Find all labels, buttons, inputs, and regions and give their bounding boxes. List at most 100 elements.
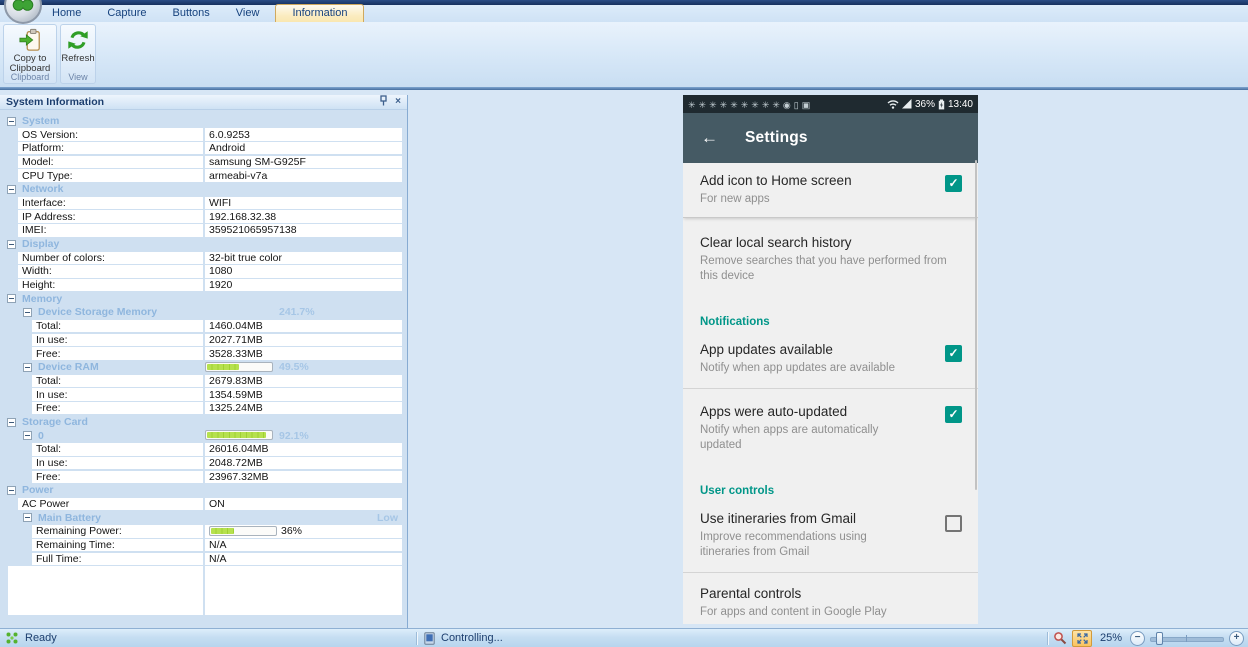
collapse-toggle-icon[interactable] xyxy=(7,239,16,249)
progress-bar-fill xyxy=(207,432,266,439)
collapse-toggle-icon[interactable] xyxy=(7,417,16,427)
pin-icon[interactable] xyxy=(379,95,388,109)
settings-item[interactable]: Use itineraries from Gmail Improve recomm… xyxy=(683,502,978,573)
tree-row: Interface: WIFI xyxy=(0,196,407,210)
zoom-out-button[interactable]: − xyxy=(1130,630,1145,646)
refresh-icon xyxy=(68,31,88,49)
tab-view[interactable]: View xyxy=(226,5,270,22)
tree-row-label: Total: xyxy=(32,443,203,456)
settings-item-title: Add icon to Home screen xyxy=(700,173,852,188)
tree-row-value: 2027.71MB xyxy=(205,333,402,347)
tree-row: Free: 23967.32MB xyxy=(0,470,407,484)
settings-item-subtitle: Notify when app updates are available xyxy=(700,362,895,374)
ribbon: Copy to Clipboard Clipboard Refresh View xyxy=(0,22,1248,87)
tree-row-label: AC Power xyxy=(18,497,203,511)
settings-item[interactable]: App updates available Notify when app upd… xyxy=(683,333,978,389)
tree-row: In use: 2048.72MB xyxy=(0,456,407,470)
tree-section-label: Device Storage Memory xyxy=(38,306,158,319)
refresh-button[interactable]: Refresh xyxy=(61,25,95,64)
notification-icon: ✳ xyxy=(751,100,759,110)
tree-row: Full Time: N/A xyxy=(0,552,407,566)
battery-icon xyxy=(938,99,945,109)
tree-row: Total: 1460.04MB xyxy=(0,319,407,333)
settings-item[interactable]: Clear local search history Remove searche… xyxy=(683,218,978,304)
collapse-toggle-icon[interactable] xyxy=(23,308,32,318)
tree-row-label: Width: xyxy=(18,265,203,278)
tree-row-value: 36% xyxy=(205,525,402,538)
tree-row-value: ON xyxy=(205,497,402,511)
zoom-slider-thumb[interactable] xyxy=(1156,631,1163,645)
back-arrow-icon[interactable]: ← xyxy=(701,128,718,148)
zoom-in-button[interactable]: + xyxy=(1229,630,1244,646)
checkbox-checked[interactable]: ✓ xyxy=(945,406,962,423)
tree-row-value: 23967.32MB xyxy=(205,470,402,483)
tree-section: Memory xyxy=(0,292,407,306)
tree-row: Model: samsung SM-G925F xyxy=(0,155,407,169)
tree-row: AC Power ON xyxy=(0,497,407,511)
settings-list: Add icon to Home screen For new apps ✓ Clea… xyxy=(683,163,978,624)
tree-section-label: Device RAM xyxy=(38,361,99,374)
tree-row-value: 1354.59MB xyxy=(205,388,402,401)
settings-item[interactable]: Add icon to Home screen For new apps ✓ xyxy=(683,163,978,218)
magnifier-icon[interactable] xyxy=(1053,631,1067,645)
close-icon[interactable]: × xyxy=(395,97,401,107)
wifi-icon xyxy=(887,100,899,109)
settings-item-title: Apps were auto-updated xyxy=(700,404,848,419)
system-information-tree: System OS Version: 6.0.9253 Platform: Androi… xyxy=(0,114,407,566)
tree-row-label: In use: xyxy=(32,388,203,401)
tree-row-value: 1080 xyxy=(205,265,402,278)
tree-section-label: 0 xyxy=(38,429,44,442)
statusbar-separator xyxy=(416,631,417,645)
clock: 13:40 xyxy=(947,98,973,110)
checkbox-checked[interactable]: ✓ xyxy=(945,345,962,362)
checkbox-checked[interactable]: ✓ xyxy=(945,175,962,192)
checkbox-unchecked[interactable] xyxy=(945,515,962,532)
tab-home[interactable]: Home xyxy=(42,5,91,22)
copy-to-clipboard-button[interactable]: Copy to Clipboard xyxy=(4,25,56,74)
section-percent: 92.1% xyxy=(279,429,309,442)
ribbon-button-label: Refresh xyxy=(61,53,95,64)
tree-row-label: Remaining Time: xyxy=(32,538,203,552)
collapse-toggle-icon[interactable] xyxy=(23,513,32,523)
fit-to-window-button[interactable] xyxy=(1072,629,1092,647)
progress-bar xyxy=(205,361,273,372)
tree-row-value: armeabi-v7a xyxy=(205,169,402,182)
ribbon-button-label: Copy to Clipboard xyxy=(9,53,51,74)
tree-row-label: Free: xyxy=(32,470,203,483)
collapse-toggle-icon[interactable] xyxy=(7,486,16,496)
tree-section-label: Network xyxy=(22,183,64,196)
system-information-panel: System Information × System OS Version: 6.… xyxy=(0,95,408,628)
briefcase-icon: ▣ xyxy=(801,100,811,110)
tree-row-label: IP Address: xyxy=(18,210,203,223)
tree-row-label: Remaining Power: xyxy=(32,525,203,538)
app-logo-icon xyxy=(12,0,34,11)
tree-section-label: Memory xyxy=(22,292,63,305)
tab-buttons[interactable]: Buttons xyxy=(162,5,219,22)
collapse-toggle-icon[interactable] xyxy=(23,431,32,441)
collapse-toggle-icon[interactable] xyxy=(7,294,16,304)
settings-item[interactable]: Parental controls For apps and content in… xyxy=(683,573,978,624)
tree-row: Free: 3528.33MB xyxy=(0,347,407,361)
settings-section-header: User controls xyxy=(700,485,775,497)
android-scrollbar[interactable] xyxy=(975,160,977,490)
tree-row-label: In use: xyxy=(32,333,203,347)
tree-row-value: N/A xyxy=(205,538,402,552)
tab-capture[interactable]: Capture xyxy=(97,5,156,22)
tree-row-label: IMEI: xyxy=(18,224,203,237)
collapse-toggle-icon[interactable] xyxy=(7,116,16,126)
notification-icons: ✳ ✳ ✳ ✳ ✳ ✳ ✳ ✳ ✳ xyxy=(688,95,783,113)
section-percent: 49.5% xyxy=(279,361,309,374)
device-screen[interactable]: ✳ ✳ ✳ ✳ ✳ ✳ ✳ ✳ ✳ ◉ ▯ ▣ 36% 13:40 ← Sett… xyxy=(683,95,978,624)
tree-row: Free: 1325.24MB xyxy=(0,401,407,415)
zoom-slider[interactable] xyxy=(1150,631,1224,645)
collapse-toggle-icon[interactable] xyxy=(23,362,32,372)
settings-item[interactable]: Apps were auto-updated Notify when apps a… xyxy=(683,389,978,473)
tab-information[interactable]: Information xyxy=(275,4,365,23)
collapse-toggle-icon[interactable] xyxy=(7,184,16,194)
section-percent: 241.7% xyxy=(279,306,315,319)
ribbon-group-label: View xyxy=(68,72,88,82)
signal-icon xyxy=(901,99,912,109)
tree-section-label: Storage Card xyxy=(22,415,88,428)
tree-row-value: 1460.04MB xyxy=(205,319,402,333)
ribbon-group-view: Refresh View xyxy=(60,24,96,84)
